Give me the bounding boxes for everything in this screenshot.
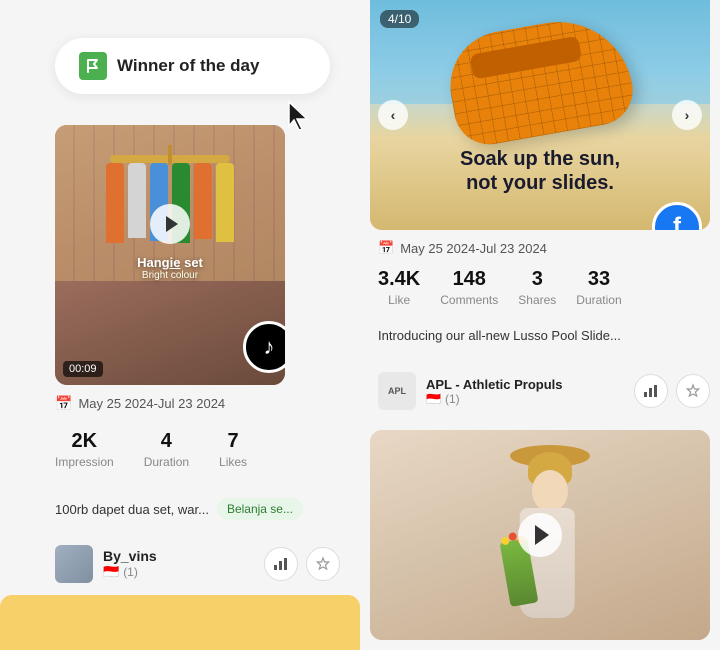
right-stat-duration: 33 Duration (576, 268, 621, 307)
stat-impression: 2K Impression (55, 430, 114, 469)
brand-analytics-icon (643, 383, 659, 399)
video-line1: Hangie set (137, 255, 203, 270)
analytics-button[interactable] (264, 547, 298, 581)
creator-row: By_vins 🇮🇩 (1) (55, 545, 340, 583)
top-image-card: Soak up the sun, not your slides. ‹ › 4/… (370, 0, 710, 230)
stat-duration: 4 Duration (144, 430, 189, 469)
brand-flag-row: 🇮🇩 (1) (426, 392, 624, 406)
creator-actions (264, 547, 340, 581)
right-stat-comments: 148 Comments (440, 268, 498, 307)
brand-count: (1) (445, 392, 460, 406)
desc-text: 100rb dapet dua set, war... (55, 502, 209, 517)
bottom-strip (0, 595, 360, 650)
right-stat-duration-label: Duration (576, 293, 621, 307)
cursor (285, 100, 313, 134)
desc-row: 100rb dapet dua set, war... Belanja se..… (55, 498, 350, 520)
stats-row: 2K Impression 4 Duration 7 Likes (55, 430, 247, 469)
right-stats-row: 3.4K Like 148 Comments 3 Shares 33 Durat… (378, 268, 622, 307)
video-line2: Bright colour (137, 270, 203, 281)
analytics-icon (273, 556, 289, 572)
date-row: 📅 May 25 2024-Jul 23 2024 (55, 395, 225, 412)
right-panel: Soak up the sun, not your slides. ‹ › 4/… (360, 0, 720, 650)
flag-icon (79, 52, 107, 80)
bottom-image-card (370, 430, 710, 640)
slide-headline-2: not your slides. (370, 171, 710, 195)
right-desc-row: Introducing our all-new Lusso Pool Slide… (378, 328, 710, 343)
bottom-play-button[interactable] (518, 513, 562, 557)
stat-impression-label: Impression (55, 455, 114, 469)
right-stat-comments-label: Comments (440, 293, 498, 307)
brand-star-icon (685, 383, 701, 399)
duration-badge: 00:09 (63, 361, 103, 377)
creator-info: By_vins 🇮🇩 (1) (103, 548, 254, 580)
creator-name: By_vins (103, 548, 254, 564)
right-stat-duration-value: 33 (576, 268, 621, 291)
creator-flag-row: 🇮🇩 (1) (103, 564, 254, 580)
stat-duration-value: 4 (144, 430, 189, 453)
page-indicator: 4/10 (380, 10, 419, 28)
right-date-row: 📅 May 25 2024-Jul 23 2024 (378, 240, 547, 256)
right-stat-shares-label: Shares (518, 293, 556, 307)
brand-name: APL - Athletic Propuls (426, 377, 624, 392)
play-button[interactable] (150, 204, 190, 244)
right-stat-like-label: Like (378, 293, 420, 307)
stat-impression-value: 2K (55, 430, 114, 453)
brand-logo: APL (378, 372, 416, 410)
calendar-icon: 📅 (55, 395, 72, 412)
right-stat-shares: 3 Shares (518, 268, 556, 307)
right-stat-shares-value: 3 (518, 268, 556, 291)
stat-likes-value: 7 (219, 430, 247, 453)
stat-duration-label: Duration (144, 455, 189, 469)
brand-actions (634, 374, 710, 408)
brand-star-button[interactable] (676, 374, 710, 408)
prev-button[interactable]: ‹ (378, 100, 408, 130)
stat-likes-label: Likes (219, 455, 247, 469)
right-calendar-icon: 📅 (378, 240, 394, 256)
creator-avatar (55, 545, 93, 583)
right-stat-like-value: 3.4K (378, 268, 420, 291)
right-stat-comments-value: 148 (440, 268, 498, 291)
right-stat-like: 3.4K Like (378, 268, 420, 307)
winner-text: Winner of the day (117, 56, 259, 76)
right-date-range: May 25 2024-Jul 23 2024 (400, 241, 547, 256)
slide-text-overlay: Soak up the sun, not your slides. (370, 147, 710, 195)
brand-info: APL - Athletic Propuls 🇮🇩 (1) (426, 377, 624, 406)
star-icon (315, 556, 331, 572)
creator-flag: 🇮🇩 (103, 564, 119, 580)
brand-row: APL APL - Athletic Propuls 🇮🇩 (1) (378, 372, 710, 410)
date-range: May 25 2024-Jul 23 2024 (78, 396, 225, 411)
next-button[interactable]: › (672, 100, 702, 130)
belanja-button[interactable]: Belanja se... (217, 498, 303, 520)
winner-banner[interactable]: Winner of the day (55, 38, 330, 94)
video-card[interactable]: Hangie set Bright colour 00:09 ♪ (55, 125, 285, 385)
star-button[interactable] (306, 547, 340, 581)
left-panel: Winner of the day Hangie s (0, 0, 360, 650)
stat-likes: 7 Likes (219, 430, 247, 469)
brand-analytics-button[interactable] (634, 374, 668, 408)
brand-flag: 🇮🇩 (426, 392, 441, 406)
right-desc-text: Introducing our all-new Lusso Pool Slide… (378, 328, 621, 343)
slide-headline-1: Soak up the sun, (370, 147, 710, 171)
video-text-overlay: Hangie set Bright colour (137, 255, 203, 281)
creator-count: (1) (123, 565, 138, 579)
